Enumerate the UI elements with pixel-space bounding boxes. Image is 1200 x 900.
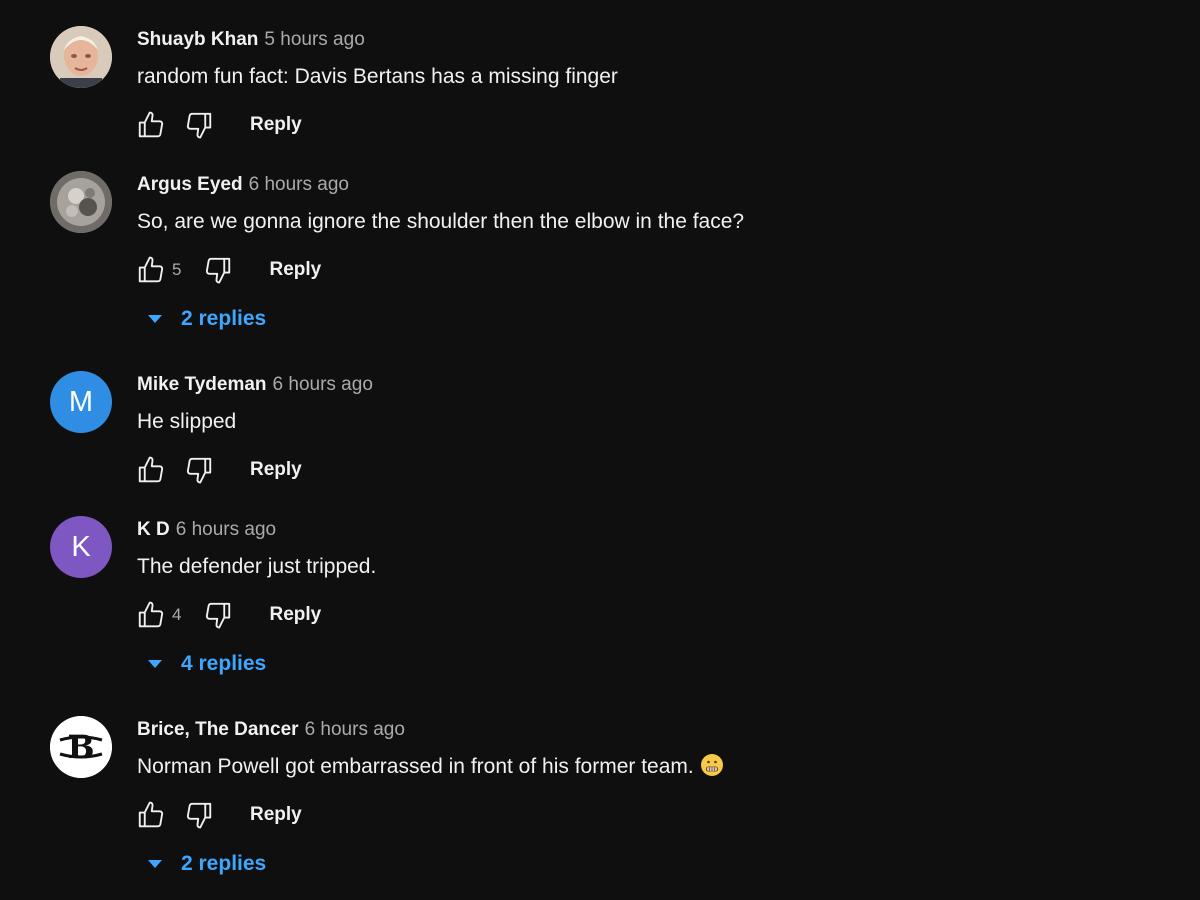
author-name[interactable]: K D [137, 519, 170, 540]
comment-actions: 5 Reply [134, 253, 321, 287]
reply-button[interactable]: Reply [250, 804, 302, 826]
like-button[interactable] [134, 453, 168, 487]
photo-avatar-icon [50, 171, 112, 233]
thumbs-down-icon [186, 457, 212, 484]
comment-text-row: Norman Powell got embarrassed in front o… [137, 753, 724, 781]
comment-text: Norman Powell got embarrassed in front o… [137, 755, 694, 778]
like-count: 5 [172, 260, 182, 279]
avatar-letter: M [68, 385, 94, 418]
reply-button[interactable]: Reply [250, 114, 302, 136]
like-count: 4 [172, 605, 182, 624]
dislike-button[interactable] [182, 453, 216, 487]
comment-text: He slipped [137, 410, 237, 433]
thumbs-up-icon [138, 256, 164, 283]
thumbs-down-icon [206, 602, 231, 629]
caret-down-icon [148, 860, 162, 868]
comment-time[interactable]: 5 hours ago [264, 29, 364, 50]
comment-header: Brice, The Dancer 6 hours ago [137, 718, 405, 742]
caret-down-icon [148, 660, 162, 668]
avatar[interactable] [50, 171, 112, 233]
photo-avatar-icon [50, 26, 112, 88]
replies-label: 2 replies [181, 307, 267, 330]
thumbs-up-icon [138, 456, 164, 483]
thumbs-down-icon [206, 257, 231, 284]
reply-button[interactable]: Reply [269, 259, 321, 281]
thumbs-up-icon [138, 601, 164, 628]
view-replies-button[interactable]: 2 replies [145, 307, 266, 331]
like-button[interactable] [134, 598, 168, 632]
comment-text: The defender just tripped. [137, 555, 377, 578]
thumbs-down-icon [186, 802, 212, 829]
comment-time[interactable]: 6 hours ago [305, 719, 405, 740]
thumbs-up-icon [138, 801, 164, 828]
comment-time[interactable]: 6 hours ago [249, 174, 349, 195]
reply-button[interactable]: Reply [269, 604, 321, 626]
comment-text: So, are we gonna ignore the shoulder the… [137, 210, 745, 233]
thumbs-down-icon [186, 112, 212, 139]
like-button[interactable] [134, 798, 168, 832]
comment-time[interactable]: 6 hours ago [273, 374, 373, 395]
brand-logo-avatar-icon: B [50, 716, 112, 778]
avatar[interactable]: K [50, 516, 112, 578]
comment-text: random fun fact: Davis Bertans has a mis… [137, 65, 618, 88]
comment-actions: Reply [134, 108, 302, 142]
view-replies-button[interactable]: 4 replies [145, 652, 266, 676]
comment-header: Shuayb Khan 5 hours ago [137, 28, 365, 52]
dislike-button[interactable] [182, 108, 216, 142]
grimacing-face-icon [700, 754, 723, 776]
avatar[interactable]: B [50, 716, 112, 778]
avatar[interactable] [50, 26, 112, 88]
like-button[interactable] [134, 108, 168, 142]
comment-header: K D 6 hours ago [137, 518, 276, 542]
author-name[interactable]: Mike Tydeman [137, 374, 267, 395]
comment-time[interactable]: 6 hours ago [176, 519, 276, 540]
dislike-button[interactable] [201, 598, 235, 632]
avatar[interactable]: M [50, 371, 112, 433]
thumbs-up-icon [138, 111, 164, 138]
like-button[interactable] [134, 253, 168, 287]
replies-label: 2 replies [181, 852, 267, 875]
reply-button[interactable]: Reply [250, 459, 302, 481]
comment-actions: 4 Reply [134, 598, 321, 632]
comment-header: Argus Eyed 6 hours ago [137, 173, 349, 197]
view-replies-button[interactable]: 2 replies [145, 852, 266, 876]
dislike-button[interactable] [182, 798, 216, 832]
avatar-letter: K [71, 530, 91, 563]
comment-header: Mike Tydeman 6 hours ago [137, 373, 373, 397]
avatar-letter: B [67, 728, 94, 766]
caret-down-icon [148, 315, 162, 323]
comment-actions: Reply [134, 453, 302, 487]
author-name[interactable]: Brice, The Dancer [137, 719, 299, 740]
comments-section: Shuayb Khan 5 hours ago random fun fact: … [0, 0, 1200, 900]
dislike-button[interactable] [201, 253, 235, 287]
comment-actions: Reply [134, 798, 302, 832]
author-name[interactable]: Argus Eyed [137, 174, 243, 195]
replies-label: 4 replies [181, 652, 267, 675]
author-name[interactable]: Shuayb Khan [137, 29, 258, 50]
